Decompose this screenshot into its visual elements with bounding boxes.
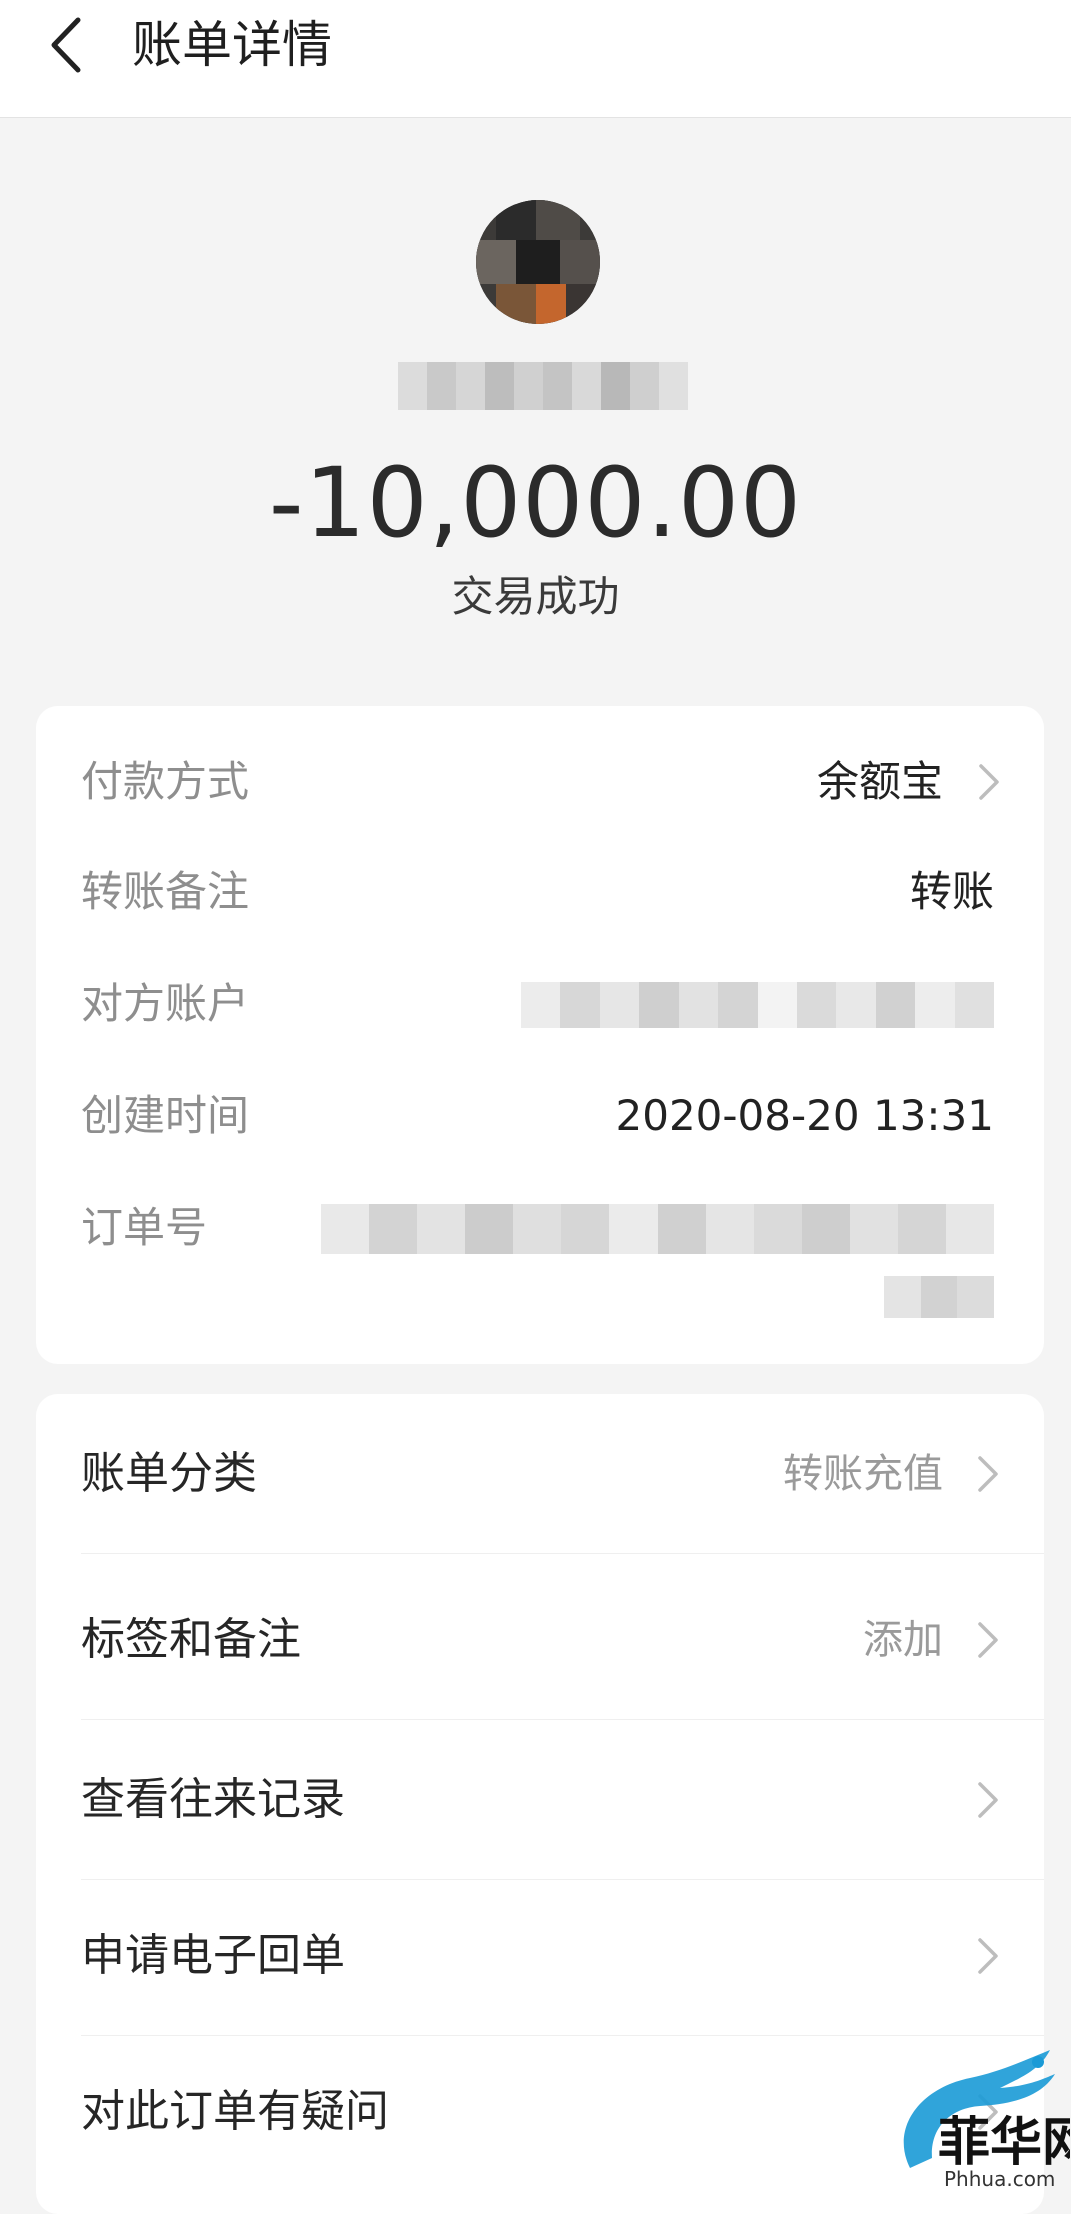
- bill-category-value: 转账充值: [783, 1451, 943, 1497]
- counterparty-name-obscured: [398, 362, 688, 410]
- counterparty-account-obscured: [521, 982, 995, 1028]
- chevron-left-icon: [51, 17, 81, 73]
- payment-method-value: 余额宝: [816, 757, 943, 806]
- svg-text:菲华网: 菲华网: [938, 2112, 1070, 2173]
- order-number-obscured: [321, 1204, 995, 1254]
- order-number-row: 订单号: [81, 1198, 1039, 1328]
- created-time-value: 2020-08-20 13:31: [615, 1091, 994, 1140]
- counterparty-account-row: 对方账户: [81, 974, 1039, 1034]
- created-time-row: 创建时间 2020-08-20 13:31: [81, 1086, 1039, 1146]
- order-number-label: 订单号: [81, 1203, 208, 1252]
- transaction-amount: -10,000.00: [268, 447, 803, 559]
- view-history-row[interactable]: 查看往来记录: [36, 1720, 1044, 1880]
- e-receipt-row[interactable]: 申请电子回单: [36, 1876, 1044, 2036]
- chevron-right-icon: [972, 1454, 1002, 1494]
- order-question-label: 对此订单有疑问: [81, 2086, 389, 2137]
- tags-notes-label: 标签和备注: [81, 1614, 301, 1665]
- chevron-right-icon: [972, 1780, 1002, 1820]
- svg-text:Phhua.com: Phhua.com: [944, 2167, 1055, 2191]
- tags-notes-row[interactable]: 标签和备注 添加: [36, 1560, 1044, 1720]
- transfer-note-value: 转账: [909, 867, 994, 916]
- watermark-logo: 菲华网 Phhua.com: [880, 2048, 1071, 2192]
- top-nav-bar: 账单详情: [0, 0, 1071, 118]
- payment-method-row[interactable]: 付款方式 余额宝: [81, 752, 1039, 812]
- avatar: [476, 200, 600, 324]
- order-number-obscured-line2: [884, 1276, 995, 1318]
- bill-category-label: 账单分类: [81, 1448, 257, 1499]
- transfer-note-row: 转账备注 转账: [81, 862, 1039, 922]
- tags-notes-value: 添加: [863, 1617, 943, 1663]
- chevron-right-icon: [972, 1620, 1002, 1660]
- view-history-label: 查看往来记录: [81, 1774, 345, 1825]
- chevron-right-icon: [973, 762, 1003, 802]
- bill-category-row[interactable]: 账单分类 转账充值: [36, 1394, 1044, 1554]
- e-receipt-label: 申请电子回单: [81, 1930, 345, 1981]
- payment-method-label: 付款方式: [81, 757, 250, 806]
- counterparty-account-label: 对方账户: [81, 979, 250, 1028]
- divider: [81, 1553, 1044, 1554]
- transfer-note-label: 转账备注: [81, 867, 250, 916]
- page-title: 账单详情: [132, 16, 332, 74]
- created-time-label: 创建时间: [81, 1091, 250, 1140]
- back-button[interactable]: [36, 10, 106, 80]
- chevron-right-icon: [972, 1936, 1002, 1976]
- transaction-details-card: 付款方式 余额宝 转账备注 转账 对方账户 创建时间 2020-08-20 13…: [36, 706, 1044, 1364]
- transaction-status: 交易成功: [451, 572, 620, 621]
